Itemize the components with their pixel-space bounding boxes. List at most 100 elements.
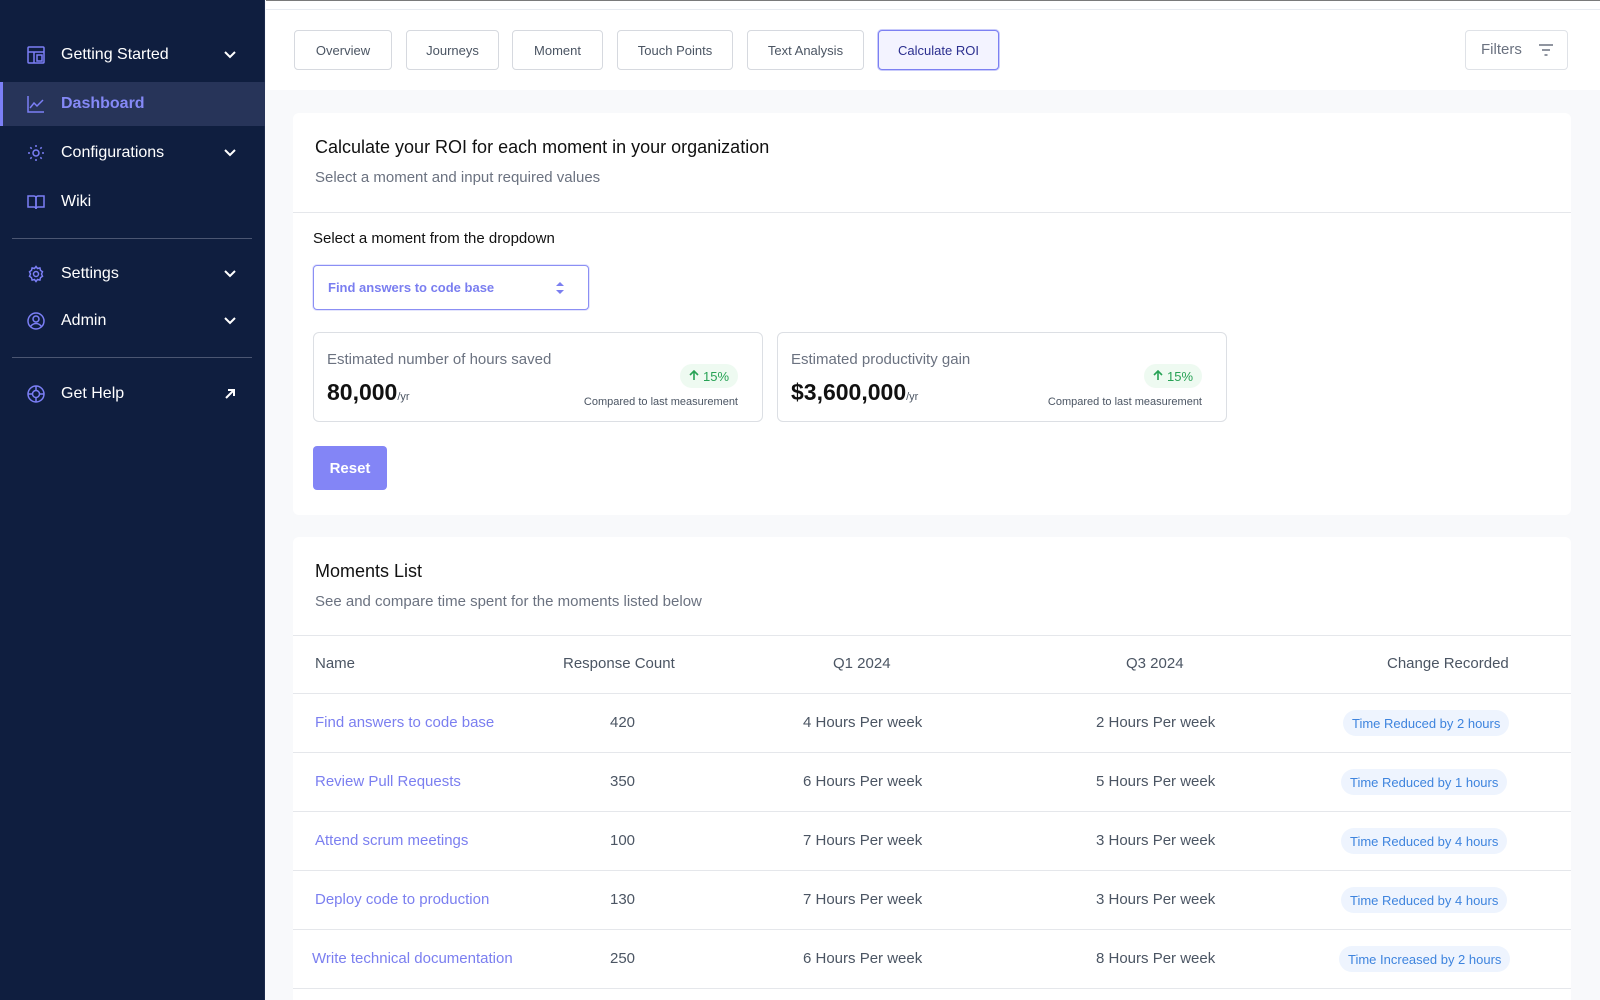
filters-label: Filters [1481,41,1522,58]
sidebar: Getting Started Dashboard Configurations… [0,0,265,1000]
q3-value: 8 Hours Per week [1096,950,1216,967]
moment-name-link[interactable]: Find answers to code base [315,714,494,731]
change-badge: 15% [1144,364,1203,388]
table-row: Attend scrum meetings 100 7 Hours Per week… [293,811,1571,870]
q3-value: 3 Hours Per week [1096,832,1216,849]
external-link-icon[interactable] [222,386,238,402]
hours-saved-card: Estimated number of hours saved 80,000/y… [313,332,763,422]
chevron-down-icon[interactable] [222,47,238,63]
sidebar-item-admin[interactable]: Admin [0,299,265,343]
arrow-up-icon [1153,369,1163,384]
section-divider [293,212,1571,213]
moment-name-link[interactable]: Review Pull Requests [315,773,461,790]
compare-text: Compared to last measurement [1047,396,1202,408]
sort-arrows-icon [555,280,565,301]
tab-touch-points[interactable]: Touch Points [617,30,733,70]
sidebar-item-label: Wiki [61,193,92,210]
sidebar-item-label: Dashboard [61,95,145,112]
tab-calculate-roi[interactable]: Calculate ROI [878,30,999,70]
moment-name-link[interactable]: Deploy code to production [315,891,489,908]
sidebar-item-label: Getting Started [61,46,169,63]
table-row: Review Pull Requests 350 6 Hours Per week 5… [293,752,1571,811]
lifebuoy-icon [26,384,46,404]
reset-button[interactable]: Reset [313,446,387,490]
book-icon [26,192,46,212]
change-badge: Time Reduced by 4 hours [1341,887,1508,913]
sidebar-item-getting-started[interactable]: Getting Started [0,33,265,77]
change-badge: 15% [680,364,739,388]
moments-title: Moments List [315,561,423,581]
moments-list-card: Moments List See and compare time spent … [293,537,1571,1000]
moments-subtitle: See and compare time spent for the momen… [315,593,702,610]
tab-label: Overview [315,42,371,58]
tab-moment[interactable]: Moment [512,30,603,70]
tab-journeys[interactable]: Journeys [406,30,499,70]
moment-select-label: Select a moment from the dropdown [313,230,555,247]
response-count: 250 [610,950,636,967]
moment-name-link[interactable]: Attend scrum meetings [315,832,468,849]
chevron-down-icon[interactable] [222,266,238,282]
sidebar-item-wiki[interactable]: Wiki [0,180,265,224]
q1-value: 6 Hours Per week [803,773,923,790]
change-value: 15% [1167,368,1194,384]
roi-title: Calculate your ROI for each moment in yo… [315,137,770,157]
q1-value: 7 Hours Per week [803,891,923,908]
sidebar-item-label: Admin [61,312,107,329]
chevron-down-icon[interactable] [222,313,238,329]
sidebar-item-label: Get Help [61,385,125,402]
tab-text-analysis[interactable]: Text Analysis [747,30,864,70]
metric-number: 80,000 [327,379,398,405]
filters-button[interactable]: Filters [1465,30,1568,70]
moment-select-value: Find answers to code base [328,280,495,295]
tab-label: Moment [534,42,581,58]
user-circle-icon [26,311,46,331]
moment-select[interactable]: Find answers to code base [313,265,589,310]
response-count: 420 [610,714,636,731]
metric-unit: /yr [397,391,410,403]
change-value: 15% [703,368,730,384]
q3-value: 5 Hours Per week [1096,773,1216,790]
sidebar-divider [12,238,252,239]
metric-value: $3,600,000/yr [791,379,918,406]
tab-overview[interactable]: Overview [294,30,392,70]
sidebar-item-dashboard[interactable]: Dashboard [0,82,265,126]
tab-label: Calculate ROI [898,42,979,58]
roi-calculator-card: Calculate your ROI for each moment in yo… [293,113,1571,515]
moment-name-link[interactable]: Write technical documentation [312,950,513,967]
change-badge: Time Reduced by 2 hours [1343,710,1510,736]
window-edge [266,0,1600,1]
change-badge: Time Increased by 2 hours [1339,946,1511,972]
metric-number: $3,600,000 [791,379,907,405]
topbar-border [266,9,1600,10]
q1-value: 6 Hours Per week [803,950,923,967]
sidebar-item-label: Configurations [61,144,165,161]
tab-label: Touch Points [637,42,713,58]
layout-icon [26,45,46,65]
q3-value: 3 Hours Per week [1096,891,1216,908]
tab-label: Journeys [426,42,479,58]
table-row: Deploy code to production 130 7 Hours Per … [293,870,1571,929]
column-header-change: Change Recorded [1387,655,1509,672]
right-gutter [1571,90,1600,1000]
column-header-name: Name [315,655,356,672]
cog-icon [26,143,46,163]
change-badge: Time Reduced by 4 hours [1341,828,1508,854]
change-badge: Time Reduced by 1 hours [1341,769,1508,795]
sidebar-item-get-help[interactable]: Get Help [0,372,265,416]
chart-line-icon [26,94,46,114]
response-count: 350 [610,773,636,790]
response-count: 130 [610,891,636,908]
filter-icon [1538,43,1554,61]
table-row: Write technical documentation 250 6 Hours … [293,929,1571,988]
arrow-up-icon [689,369,699,384]
sidebar-item-settings[interactable]: Settings [0,252,265,296]
column-header-q1: Q1 2024 [833,655,891,672]
table-bottom-border [293,988,1571,989]
chevron-down-icon[interactable] [222,145,238,161]
roi-subtitle: Select a moment and input required value… [315,169,601,186]
metric-value: 80,000/yr [327,379,410,406]
metric-label: Estimated number of hours saved [327,351,552,368]
sidebar-item-configurations[interactable]: Configurations [0,131,265,175]
response-count: 100 [610,832,636,849]
column-header-q3: Q3 2024 [1126,655,1184,672]
